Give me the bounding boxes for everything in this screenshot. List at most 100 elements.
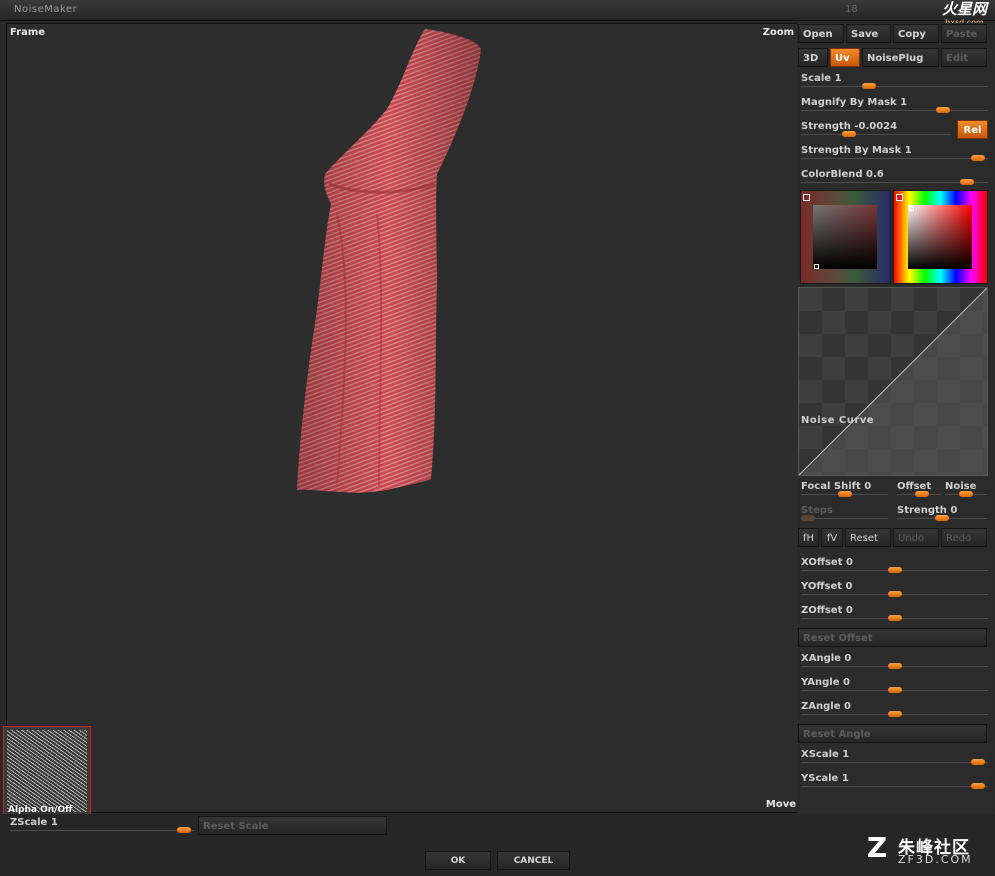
strength-slider[interactable]: Strength -0.0024 [797,118,953,140]
noise-curve-label: Noise Curve [801,415,875,426]
main-color-indicator [896,194,903,201]
colorblend-value: 0.6 [866,169,884,180]
yscale-label: YScale [801,773,839,784]
xscale-track [801,762,988,763]
alpha-toggle[interactable]: Alpha On/Off [3,726,91,818]
xscale-knob[interactable] [970,759,985,765]
focal-shift-value: 0 [864,481,872,492]
edit-button[interactable]: Edit [941,48,987,67]
main-color-picker[interactable] [893,190,988,284]
offset-slider[interactable]: Offset [893,478,943,500]
save-button[interactable]: Save [846,24,891,43]
steps-slider[interactable]: Steps [797,502,890,524]
strength-knob[interactable] [841,131,856,137]
strength-by-mask-knob[interactable] [970,155,985,161]
ok-button[interactable]: OK [425,851,491,870]
yangle-slider[interactable]: YAngle 0 [797,674,990,696]
offset-knob[interactable] [915,491,929,497]
zangle-value: 0 [843,701,851,712]
watermark-url: ZF3D.COM [898,853,973,866]
noise-slider[interactable]: Noise [941,478,989,500]
focal-shift-slider[interactable]: Focal Shift 0 [797,478,890,500]
copy-button[interactable]: Copy [893,24,939,43]
zscale-label: ZScale [10,817,48,828]
xoffset-knob[interactable] [887,567,902,573]
watermark-logo: Z [866,831,888,864]
steps-knob[interactable] [801,515,815,521]
window-title: NoiseMaker [14,4,78,15]
title-number: 18 [845,4,858,15]
reset-offset-button[interactable]: Reset Offset [798,628,987,647]
zoffset-label: ZOffset [801,605,843,616]
secondary-color-indicator [803,194,810,201]
zangle-slider[interactable]: ZAngle 0 [797,698,990,720]
xscale-slider[interactable]: XScale 1 [797,746,990,768]
reset-curve-button[interactable]: Reset [845,528,891,547]
colorblend-slider[interactable]: ColorBlend 0.6 [797,166,990,188]
secondary-color-cursor [814,264,819,269]
scale-slider[interactable]: Scale 1 [797,70,990,92]
yscale-knob[interactable] [970,783,985,789]
yoffset-knob[interactable] [887,591,902,597]
strength-by-mask-value: 1 [904,145,912,156]
secondary-color-picker[interactable] [800,190,891,284]
xoffset-slider[interactable]: XOffset 0 [797,554,990,576]
zoffset-knob[interactable] [887,615,902,621]
title-bar: NoiseMaker 18 火星网 hxsd.com [0,0,995,27]
strength-by-mask-slider[interactable]: Strength By Mask 1 [797,142,990,164]
open-button[interactable]: Open [798,24,844,43]
xscale-label: XScale [801,749,839,760]
xangle-slider[interactable]: XAngle 0 [797,650,990,672]
magnify-by-mask-knob[interactable] [935,107,950,113]
focal-shift-label: Focal Shift [801,481,861,492]
yscale-value: 1 [841,773,849,784]
yangle-label: YAngle [801,677,840,688]
yangle-value: 0 [843,677,850,688]
xoffset-label: XOffset [801,557,843,568]
zscale-slider[interactable]: ZScale 1 [6,814,196,836]
zscale-knob[interactable] [176,827,191,833]
curve-strength-knob[interactable] [935,515,949,521]
yscale-slider[interactable]: YScale 1 [797,770,990,792]
preview-viewport[interactable]: Frame Zoom Move [6,23,798,813]
main-color-square[interactable] [908,205,972,269]
yoffset-slider[interactable]: YOffset 0 [797,578,990,600]
strength-track [801,134,951,135]
alpha-texture [7,730,87,812]
flip-v-button[interactable]: fV [821,528,843,547]
paste-button[interactable]: Paste [941,24,987,43]
magnify-by-mask-slider[interactable]: Magnify By Mask 1 [797,94,990,116]
yangle-knob[interactable] [887,687,902,693]
mode-3d-button[interactable]: 3D [798,48,828,67]
strength-value: -0.0024 [854,121,898,132]
reset-scale-button[interactable]: Reset Scale [198,816,387,835]
mode-uv-button[interactable]: Uv [830,48,860,67]
rel-button[interactable]: Rel [957,120,988,139]
secondary-color-square[interactable] [813,205,877,269]
noise-curve-editor[interactable]: Noise Curve [798,287,988,476]
yoffset-value: 0 [845,581,853,592]
xangle-label: XAngle [801,653,841,664]
xoffset-value: 0 [845,557,853,568]
noise-curve-line [799,288,987,475]
zscale-value: 1 [50,817,58,828]
undo-button[interactable]: Undo [893,528,939,547]
zoffset-slider[interactable]: ZOffset 0 [797,602,990,624]
strength-by-mask-label: Strength By Mask [801,145,902,156]
redo-button[interactable]: Redo [941,528,987,547]
zangle-knob[interactable] [887,711,902,717]
yoffset-label: YOffset [801,581,843,592]
focal-shift-knob[interactable] [837,491,852,497]
curve-strength-slider[interactable]: Strength 0 [893,502,989,524]
colorblend-knob[interactable] [960,179,975,185]
xangle-knob[interactable] [887,663,902,669]
curve-strength-value: 0 [950,505,958,516]
noiseplug-button[interactable]: NoisePlug [862,48,939,67]
cancel-button[interactable]: CANCEL [497,851,570,870]
noise-knob[interactable] [959,491,973,497]
cloth-mesh [297,29,481,493]
scale-knob[interactable] [861,83,876,89]
yscale-track [801,786,988,787]
flip-h-button[interactable]: fH [798,528,819,547]
reset-angle-button[interactable]: Reset Angle [798,724,987,743]
